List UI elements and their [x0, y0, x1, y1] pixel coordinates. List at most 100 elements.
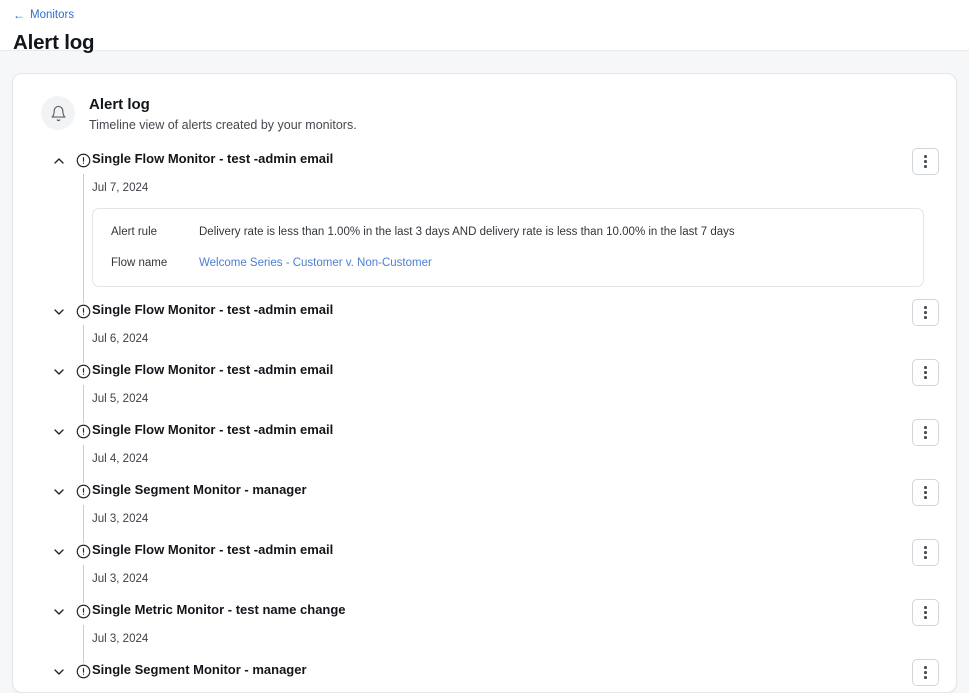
arrow-left-icon: ← — [13, 9, 25, 21]
timeline-item-header: Single Flow Monitor - test -admin email — [92, 539, 940, 566]
chevron-down-icon[interactable] — [51, 664, 67, 680]
row-actions-button[interactable] — [912, 539, 939, 566]
timeline-item-body: Single Flow Monitor - test -admin email J… — [92, 299, 940, 359]
timeline-connector-line — [83, 174, 84, 303]
detail-value: Delivery rate is less than 1.00% in the … — [199, 223, 735, 241]
breadcrumb-label: Monitors — [30, 8, 74, 22]
detail-row: Flow nameWelcome Series - Customer v. No… — [111, 254, 905, 272]
alert-circle-icon — [76, 153, 91, 168]
alert-title[interactable]: Single Flow Monitor - test -admin email — [92, 359, 333, 378]
timeline-item-body: Single Flow Monitor - test -admin email J… — [92, 539, 940, 599]
alert-circle-icon — [76, 424, 91, 439]
detail-label: Flow name — [111, 254, 199, 272]
alert-date: Jul 3, 2024 — [92, 512, 940, 527]
timeline-item: Single Flow Monitor - test -admin email J… — [29, 419, 940, 479]
chevron-down-icon[interactable] — [51, 484, 67, 500]
row-actions-button[interactable] — [912, 599, 939, 626]
flow-name-link[interactable]: Welcome Series - Customer v. Non-Custome… — [199, 254, 432, 272]
kebab-menu-icon — [924, 545, 927, 560]
breadcrumb-monitors-link[interactable]: ← Monitors — [13, 8, 74, 22]
chevron-down-icon[interactable] — [51, 604, 67, 620]
timeline-item-header: Single Segment Monitor - manager — [92, 479, 940, 506]
alert-title[interactable]: Single Metric Monitor - test name change — [92, 599, 346, 618]
row-actions-button[interactable] — [912, 148, 939, 175]
chevron-down-icon[interactable] — [51, 544, 67, 560]
timeline-gutter — [29, 299, 92, 359]
row-actions-button[interactable] — [912, 659, 939, 686]
timeline-gutter — [29, 359, 92, 419]
timeline-gutter — [29, 148, 92, 299]
timeline-item: Single Flow Monitor - test -admin email J… — [29, 539, 940, 599]
timeline-connector-line — [83, 385, 84, 423]
timeline-item: Single Flow Monitor - test -admin email J… — [29, 148, 940, 299]
alert-title[interactable]: Single Flow Monitor - test -admin email — [92, 299, 333, 318]
timeline-connector-line — [83, 625, 84, 663]
timeline-item-body: Single Segment Monitor - managerJul 3, 2… — [92, 659, 940, 693]
timeline-item-body: Single Segment Monitor - manager Jul 3, 2… — [92, 479, 940, 539]
bell-icon — [41, 96, 75, 130]
alert-circle-icon — [76, 544, 91, 559]
timeline-item-body: Single Metric Monitor - test name change… — [92, 599, 940, 659]
card-title: Alert log — [89, 95, 357, 114]
kebab-menu-icon — [924, 305, 927, 320]
timeline-item-header: Single Flow Monitor - test -admin email — [92, 299, 940, 326]
alert-circle-icon — [76, 664, 91, 679]
timeline-item: Single Flow Monitor - test -admin email J… — [29, 299, 940, 359]
alert-detail-panel: Alert ruleDelivery rate is less than 1.0… — [92, 208, 924, 287]
timeline-item-header: Single Flow Monitor - test -admin email — [92, 359, 940, 386]
timeline-gutter — [29, 599, 92, 659]
page-header: ← Monitors Alert log — [0, 0, 969, 51]
card-container: Alert log Timeline view of alerts create… — [0, 51, 969, 693]
timeline-item-header: Single Metric Monitor - test name change — [92, 599, 940, 626]
chevron-up-icon[interactable] — [51, 153, 67, 169]
row-actions-button[interactable] — [912, 419, 939, 446]
timeline-item: Single Metric Monitor - test name change… — [29, 599, 940, 659]
timeline-item-header: Single Flow Monitor - test -admin email — [92, 148, 940, 175]
chevron-down-icon[interactable] — [51, 304, 67, 320]
timeline-gutter — [29, 659, 92, 693]
timeline-item: Single Segment Monitor - managerJul 3, 2… — [29, 659, 940, 693]
kebab-menu-icon — [924, 665, 927, 680]
alert-circle-icon — [76, 484, 91, 499]
timeline-item: Single Segment Monitor - manager Jul 3, 2… — [29, 479, 940, 539]
alert-timeline: Single Flow Monitor - test -admin email J… — [29, 148, 940, 693]
timeline-connector-line — [83, 565, 84, 603]
alert-date: Jul 6, 2024 — [92, 332, 940, 347]
detail-row: Alert ruleDelivery rate is less than 1.0… — [111, 223, 905, 241]
kebab-menu-icon — [924, 605, 927, 620]
alert-circle-icon — [76, 364, 91, 379]
kebab-menu-icon — [924, 154, 927, 169]
timeline-item: Single Flow Monitor - test -admin email J… — [29, 359, 940, 419]
timeline-gutter — [29, 539, 92, 599]
row-actions-button[interactable] — [912, 299, 939, 326]
alert-title[interactable]: Single Flow Monitor - test -admin email — [92, 539, 333, 558]
detail-label: Alert rule — [111, 223, 199, 241]
alert-circle-icon — [76, 304, 91, 319]
alert-title[interactable]: Single Segment Monitor - manager — [92, 479, 307, 498]
timeline-item-body: Single Flow Monitor - test -admin email J… — [92, 359, 940, 419]
alert-date: Jul 3, 2024 — [92, 572, 940, 587]
alert-circle-icon — [76, 604, 91, 619]
timeline-connector-line — [83, 445, 84, 483]
alert-date: Jul 4, 2024 — [92, 452, 940, 467]
card-header: Alert log Timeline view of alerts create… — [29, 94, 940, 134]
alert-title[interactable]: Single Flow Monitor - test -admin email — [92, 419, 333, 438]
timeline-item-body: Single Flow Monitor - test -admin email J… — [92, 419, 940, 479]
alert-date: Jul 7, 2024 — [92, 181, 940, 196]
timeline-connector-line — [83, 325, 84, 363]
timeline-item-header: Single Flow Monitor - test -admin email — [92, 419, 940, 446]
timeline-gutter — [29, 479, 92, 539]
row-actions-button[interactable] — [912, 359, 939, 386]
kebab-menu-icon — [924, 425, 927, 440]
alert-title[interactable]: Single Flow Monitor - test -admin email — [92, 148, 333, 167]
timeline-item-header: Single Segment Monitor - manager — [92, 659, 940, 686]
row-actions-button[interactable] — [912, 479, 939, 506]
alert-log-card: Alert log Timeline view of alerts create… — [12, 73, 957, 693]
card-header-text: Alert log Timeline view of alerts create… — [89, 94, 357, 134]
chevron-down-icon[interactable] — [51, 424, 67, 440]
timeline-connector-line — [83, 505, 84, 543]
chevron-down-icon[interactable] — [51, 364, 67, 380]
card-subtitle: Timeline view of alerts created by your … — [89, 117, 357, 134]
alert-date: Jul 5, 2024 — [92, 392, 940, 407]
alert-title[interactable]: Single Segment Monitor - manager — [92, 659, 307, 678]
